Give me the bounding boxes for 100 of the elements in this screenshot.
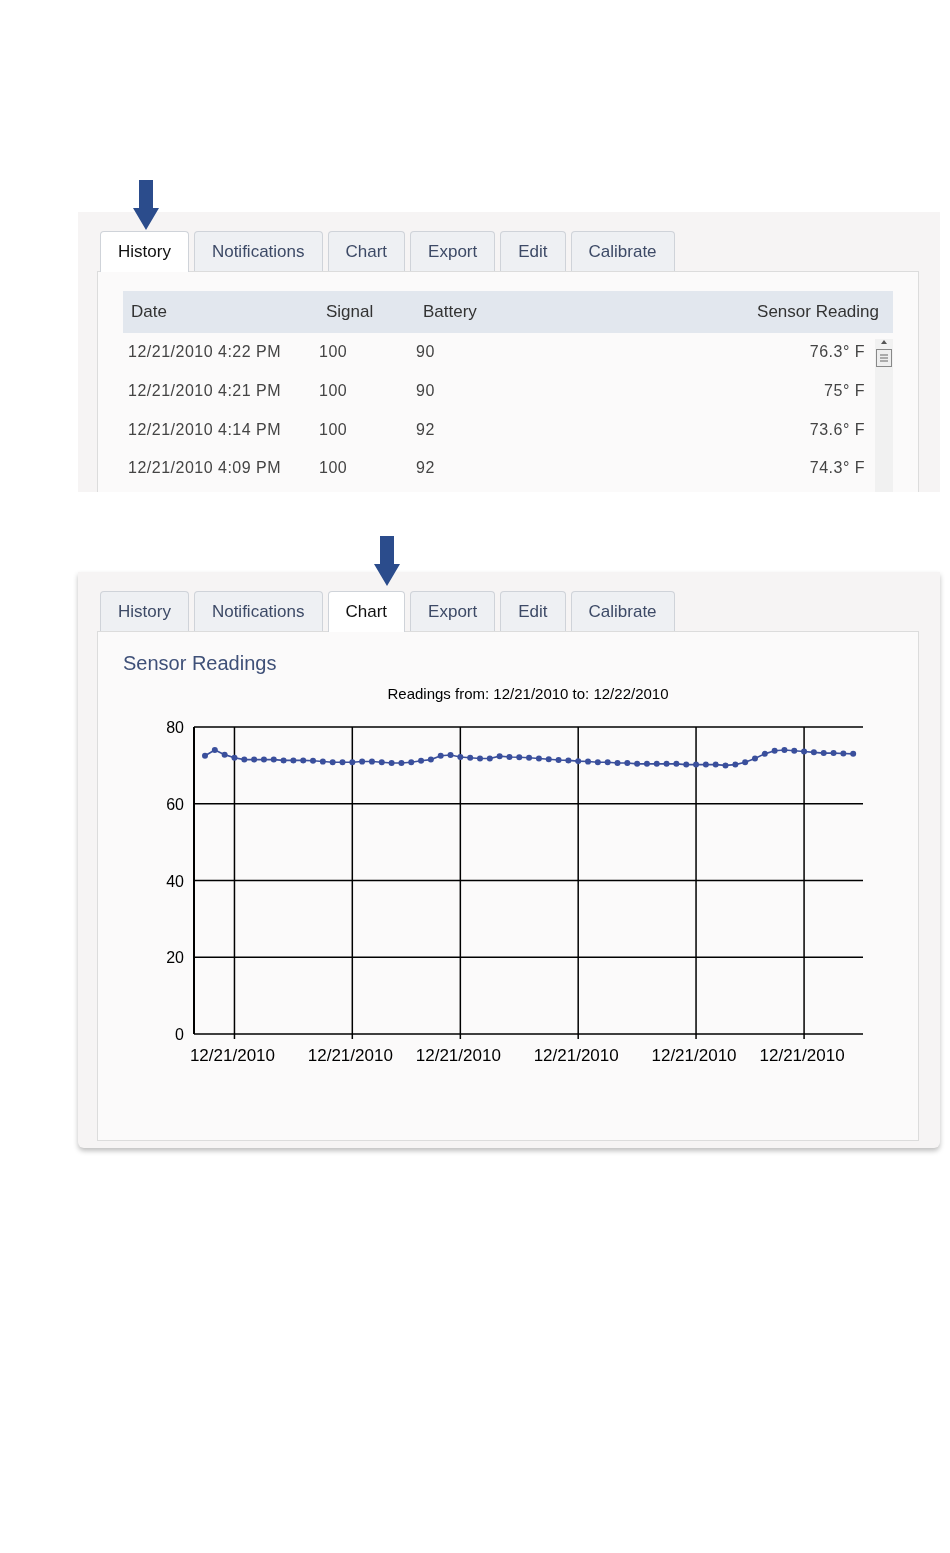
data-point bbox=[751, 755, 758, 762]
tab[interactable]: Notifications bbox=[193, 231, 323, 271]
table-cell-text: 100 bbox=[319, 459, 349, 478]
data-point bbox=[359, 758, 366, 765]
data-point bbox=[202, 752, 208, 759]
data-point bbox=[555, 757, 562, 763]
data-point bbox=[693, 761, 700, 768]
data-point bbox=[653, 760, 660, 767]
x-tick-label: 12/21/2010 bbox=[759, 1046, 845, 1065]
x-tick-label: 12/21/2010 bbox=[307, 1046, 393, 1065]
column-header: Battery bbox=[423, 302, 478, 322]
data-point bbox=[673, 760, 680, 767]
data-point bbox=[545, 756, 552, 763]
table-cell-text: 100 bbox=[319, 420, 349, 439]
data-point bbox=[408, 759, 415, 766]
data-point bbox=[506, 753, 513, 760]
tab[interactable]: History bbox=[100, 591, 189, 631]
data-point bbox=[349, 759, 356, 766]
column-header: Date bbox=[131, 302, 168, 322]
data-point bbox=[742, 759, 749, 766]
data-point bbox=[850, 750, 857, 757]
data-point bbox=[594, 759, 601, 766]
data-point bbox=[310, 757, 317, 764]
y-tick-label: 20 bbox=[166, 949, 184, 967]
tab[interactable]: History bbox=[100, 231, 189, 272]
data-point bbox=[732, 761, 739, 768]
y-tick-label: 80 bbox=[166, 719, 184, 736]
data-point bbox=[810, 749, 817, 756]
data-point bbox=[300, 757, 307, 764]
data-point bbox=[457, 753, 464, 760]
data-point bbox=[398, 760, 405, 767]
table-cell-text: 92 bbox=[416, 420, 436, 439]
y-tick-label: 60 bbox=[166, 795, 184, 813]
data-point bbox=[516, 754, 523, 761]
table-cell: 73.6° F bbox=[809, 420, 865, 439]
data-point bbox=[418, 757, 425, 764]
data-point bbox=[437, 752, 444, 759]
data-point bbox=[251, 756, 258, 763]
data-point bbox=[624, 760, 631, 767]
table-cell-text: 100 bbox=[319, 382, 349, 401]
data-point bbox=[604, 759, 611, 766]
data-point bbox=[614, 760, 621, 767]
section-heading: Sensor Readings bbox=[123, 652, 278, 675]
data-point bbox=[241, 756, 248, 763]
data-point bbox=[702, 761, 709, 768]
data-point bbox=[643, 760, 650, 767]
table-cell-text: 12/21/2010 4:14 PM bbox=[128, 420, 283, 439]
data-point bbox=[211, 747, 218, 754]
table-cell: 75° F bbox=[824, 382, 865, 401]
table-cell-text: 90 bbox=[416, 343, 436, 362]
table-cell: 74.3° F bbox=[809, 459, 865, 478]
tab[interactable]: Export bbox=[410, 591, 496, 631]
data-point bbox=[840, 750, 847, 757]
tab[interactable]: Calibrate bbox=[570, 591, 675, 631]
data-point bbox=[477, 755, 483, 762]
data-point bbox=[683, 761, 690, 768]
data-point bbox=[801, 748, 808, 755]
data-point bbox=[535, 755, 542, 762]
data-point bbox=[467, 754, 474, 761]
data-point bbox=[270, 756, 277, 763]
data-point bbox=[329, 759, 336, 766]
arrow-icon bbox=[374, 536, 400, 586]
data-point bbox=[791, 747, 798, 754]
tab[interactable]: Calibrate bbox=[570, 231, 675, 271]
x-tick-label: 12/21/2010 bbox=[189, 1046, 275, 1065]
scroll-up-icon[interactable] bbox=[880, 339, 888, 345]
tab[interactable]: Edit bbox=[500, 591, 566, 631]
tab[interactable]: Export bbox=[410, 231, 496, 271]
data-point bbox=[663, 760, 670, 767]
x-tick-label: 12/21/2010 bbox=[651, 1046, 737, 1065]
table-cell-text: 100 bbox=[319, 343, 349, 362]
tab[interactable]: Notifications bbox=[193, 591, 323, 631]
data-point bbox=[368, 758, 375, 765]
data-point bbox=[339, 759, 346, 766]
table-cell-text: 12/21/2010 4:21 PM bbox=[128, 382, 283, 401]
data-point bbox=[378, 759, 385, 766]
data-point bbox=[221, 751, 228, 758]
data-point bbox=[565, 757, 572, 764]
data-point bbox=[585, 758, 591, 765]
tab[interactable]: Chart bbox=[327, 231, 406, 271]
data-point bbox=[761, 750, 768, 757]
column-header: Sensor Reading bbox=[757, 302, 879, 322]
column-header: Signal bbox=[326, 302, 375, 322]
data-point bbox=[486, 755, 493, 762]
scroll-thumb[interactable] bbox=[876, 349, 892, 367]
y-tick-label: 0 bbox=[175, 1026, 184, 1043]
data-point bbox=[290, 757, 297, 764]
arrow-icon bbox=[133, 180, 159, 230]
data-point bbox=[231, 754, 238, 761]
table-cell: 76.3° F bbox=[809, 343, 865, 362]
data-point bbox=[781, 747, 788, 754]
scrollbar[interactable] bbox=[875, 339, 893, 492]
y-tick-label: 40 bbox=[166, 872, 184, 890]
data-point bbox=[260, 756, 267, 763]
chart-title: Readings from: 12/21/2010 to: 12/22/2010 bbox=[387, 685, 669, 702]
tab[interactable]: Chart bbox=[327, 591, 406, 632]
tab[interactable]: Edit bbox=[500, 231, 566, 271]
data-point bbox=[496, 753, 503, 760]
data-point bbox=[634, 760, 641, 767]
data-point bbox=[820, 750, 827, 757]
